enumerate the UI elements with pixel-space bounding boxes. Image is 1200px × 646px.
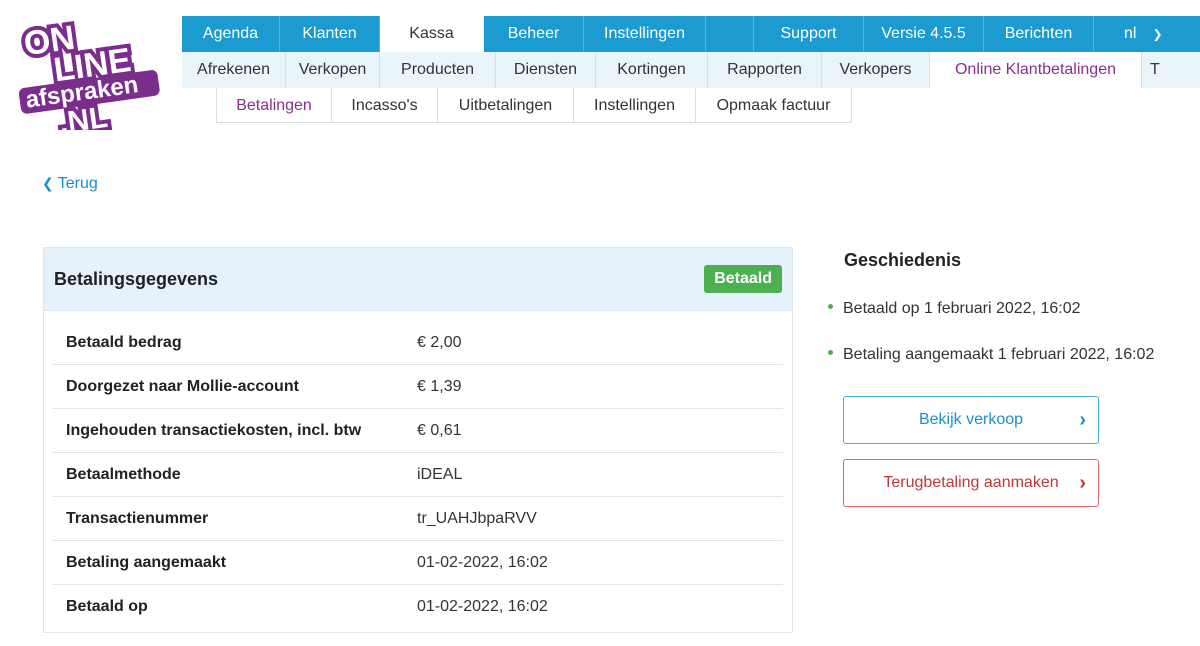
- top-nav-instellingen[interactable]: Instellingen: [584, 16, 706, 52]
- top-nav-klanten[interactable]: Klanten: [280, 16, 380, 52]
- list-item: Betaling aangemaakt 1 februari 2022, 16:…: [828, 344, 1154, 366]
- sub-nav-producten[interactable]: Producten: [380, 52, 496, 88]
- sub-nav-verkopers[interactable]: Verkopers: [822, 52, 930, 88]
- panel-header: Betalingsgegevens Betaald: [44, 248, 792, 311]
- row-label: Betaald bedrag: [66, 333, 182, 351]
- sub-nav-online-klantbetalingen[interactable]: Online Klantbetalingen: [930, 52, 1142, 88]
- history-item-text: Betaald op 1 februari 2022, 16:02: [843, 300, 1081, 317]
- payment-details-panel: Betalingsgegevens Betaald Betaald bedrag…: [43, 247, 793, 633]
- row-value: 01-02-2022, 16:02: [417, 553, 548, 571]
- sub-nav-kortingen[interactable]: Kortingen: [596, 52, 708, 88]
- row-label: Betaling aangemaakt: [66, 553, 227, 571]
- language-label: nl: [1124, 25, 1137, 42]
- details-table: Betaald bedrag € 2,00 Doorgezet naar Mol…: [44, 311, 792, 629]
- sub-nav: Afrekenen Verkopen Producten Diensten Ko…: [182, 52, 1200, 88]
- row-label: Betaald op: [66, 598, 148, 615]
- table-row: Doorgezet naar Mollie-account € 1,39: [53, 365, 783, 409]
- view-sale-label: Bekijk verkoop: [918, 411, 1024, 428]
- history-item-text: Betaling aangemaakt 1 februari 2022, 16:…: [843, 346, 1155, 363]
- create-refund-button[interactable]: Terugbetaling aanmaken ›: [843, 459, 1099, 507]
- history-list: Betaald op 1 februari 2022, 16:02 Betali…: [828, 298, 1154, 390]
- chevron-right-icon: ›: [1079, 472, 1086, 494]
- view-sale-button[interactable]: Bekijk verkoop ›: [843, 396, 1099, 444]
- row-label: Betaalmethode: [66, 465, 181, 483]
- row-value: iDEAL: [417, 465, 463, 483]
- list-item: Betaald op 1 februari 2022, 16:02: [828, 298, 1154, 320]
- top-nav-beheer[interactable]: Beheer: [484, 16, 584, 52]
- top-nav-version[interactable]: Versie 4.5.5: [864, 16, 984, 52]
- bullet-icon: [828, 350, 833, 356]
- sub-nav-verkopen[interactable]: Verkopen: [286, 52, 380, 88]
- row-value: 01-02-2022, 16:02: [417, 598, 548, 615]
- table-row: Betaald bedrag € 2,00: [53, 321, 783, 365]
- sub-nav-afrekenen[interactable]: Afrekenen: [182, 52, 286, 88]
- chevron-down-icon: ❯: [1152, 27, 1163, 41]
- tab-instellingen[interactable]: Instellingen: [574, 88, 696, 123]
- sub-nav-diensten[interactable]: Diensten: [496, 52, 596, 88]
- history-title: Geschiedenis: [844, 250, 962, 270]
- table-row: Betaling aangemaakt 01-02-2022, 16:02: [53, 541, 783, 585]
- tab-uitbetalingen[interactable]: Uitbetalingen: [438, 88, 574, 123]
- panel-title: Betalingsgegevens: [54, 268, 219, 289]
- chevron-left-icon: ❮: [42, 175, 54, 191]
- language-selector[interactable]: nl ❯: [1094, 16, 1200, 52]
- table-row: Transactienummer tr_UAHJbpaRVV: [53, 497, 783, 541]
- logo[interactable]: ON LINE afspraken .NL: [14, 6, 174, 144]
- sub-nav-2: Betalingen Incasso's Uitbetalingen Inste…: [216, 88, 852, 123]
- row-label: Doorgezet naar Mollie-account: [66, 377, 299, 395]
- status-badge: Betaald: [704, 265, 782, 293]
- row-value: tr_UAHJbpaRVV: [417, 509, 537, 527]
- row-label: Ingehouden transactiekosten, incl. btw: [66, 421, 362, 439]
- top-nav-berichten[interactable]: Berichten: [984, 16, 1094, 52]
- table-row: Betaalmethode iDEAL: [53, 453, 783, 497]
- back-link[interactable]: ❮ Terug: [42, 175, 98, 193]
- top-nav-agenda[interactable]: Agenda: [182, 16, 280, 52]
- top-nav-kassa[interactable]: Kassa: [380, 16, 484, 52]
- back-label: Terug: [57, 175, 98, 192]
- top-nav: Agenda Klanten Kassa Beheer Instellingen…: [182, 16, 1200, 52]
- table-row: Ingehouden transactiekosten, incl. btw €…: [53, 409, 783, 453]
- row-value: € 1,39: [417, 377, 462, 395]
- tab-opmaak-factuur[interactable]: Opmaak factuur: [696, 88, 852, 123]
- top-nav-support[interactable]: Support: [754, 16, 864, 52]
- chevron-right-icon: ›: [1079, 409, 1086, 431]
- bullet-icon: [828, 304, 833, 310]
- sub-nav-rapporten[interactable]: Rapporten: [708, 52, 822, 88]
- row-value: € 2,00: [417, 333, 462, 351]
- tab-betalingen[interactable]: Betalingen: [216, 88, 332, 123]
- sub-nav-truncated[interactable]: T: [1142, 52, 1200, 88]
- row-value: € 0,61: [417, 421, 462, 439]
- row-label: Transactienummer: [66, 509, 209, 527]
- tab-incassos[interactable]: Incasso's: [332, 88, 438, 123]
- table-row: Betaald op 01-02-2022, 16:02: [53, 585, 783, 629]
- top-nav-spacer: [706, 16, 754, 52]
- refund-label: Terugbetaling aanmaken: [883, 474, 1059, 491]
